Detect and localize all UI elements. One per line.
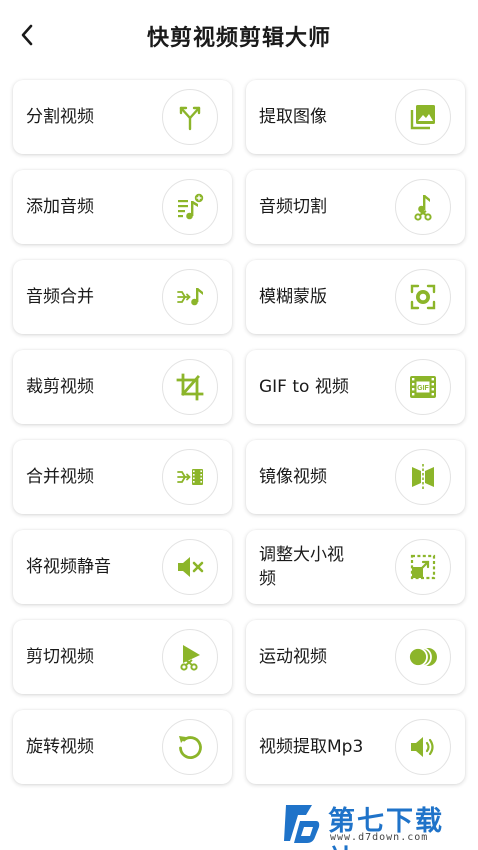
rotate-icon [162, 719, 218, 775]
tool-label: 调整大小视频 [259, 545, 344, 589]
tool-label: 镜像视频 [259, 467, 327, 487]
tool-card-merge-video[interactable]: 合并视频 [13, 440, 232, 514]
mute-icon [162, 539, 218, 595]
tool-card-rotate-video[interactable]: 旋转视频 [13, 710, 232, 784]
tool-card-cut-video[interactable]: 剪切视频 [13, 620, 232, 694]
tool-label: 裁剪视频 [26, 377, 94, 397]
tool-label: GIF to 视频 [259, 377, 349, 397]
tool-label: 旋转视频 [26, 737, 94, 757]
tool-card-split-video[interactable]: 分割视频 [13, 80, 232, 154]
tool-label: 模糊蒙版 [259, 287, 327, 307]
tool-card-resize-video[interactable]: 调整大小视频 [246, 530, 465, 604]
mirror-icon [395, 449, 451, 505]
tool-card-extract-mp3[interactable]: 视频提取Mp3 [246, 710, 465, 784]
resize-icon [395, 539, 451, 595]
tool-card-gif-to-video[interactable]: GIF to 视频 GIF [246, 350, 465, 424]
tool-label: 音频合并 [26, 287, 94, 307]
video-merge-icon [162, 449, 218, 505]
tool-label: 添加音频 [26, 197, 94, 217]
motion-icon [395, 629, 451, 685]
tool-grid: 分割视频 提取图像 添加音频 音频切割 音频合并 模糊蒙版 裁剪视频 GIF t… [13, 80, 465, 784]
tool-card-blur-mask[interactable]: 模糊蒙版 [246, 260, 465, 334]
tool-card-add-audio[interactable]: 添加音频 [13, 170, 232, 244]
tool-label: 提取图像 [259, 107, 327, 127]
watermark: 第七下载站 www.d7down.com [282, 798, 472, 850]
svg-text:GIF: GIF [417, 385, 429, 392]
watermark-url: www.d7down.com [330, 832, 429, 843]
extract-mp3-icon [395, 719, 451, 775]
blur-mask-icon [395, 269, 451, 325]
tool-card-audio-merge[interactable]: 音频合并 [13, 260, 232, 334]
site-logo-icon [284, 805, 320, 843]
tool-card-motion-video[interactable]: 运动视频 [246, 620, 465, 694]
tool-label: 剪切视频 [26, 647, 94, 667]
tool-card-audio-cut[interactable]: 音频切割 [246, 170, 465, 244]
page-title: 快剪视频剪辑大师 [146, 26, 331, 51]
image-extract-icon [395, 89, 451, 145]
tool-card-mute-video[interactable]: 将视频静音 [13, 530, 232, 604]
tool-label: 音频切割 [259, 197, 327, 217]
tool-label: 视频提取Mp3 [259, 737, 364, 757]
add-audio-icon [162, 179, 218, 235]
tool-card-extract-image[interactable]: 提取图像 [246, 80, 465, 154]
tool-label: 合并视频 [26, 467, 94, 487]
tool-card-crop-video[interactable]: 裁剪视频 [13, 350, 232, 424]
tool-label: 运动视频 [259, 647, 327, 667]
audio-merge-icon [162, 269, 218, 325]
tool-label: 将视频静音 [26, 557, 111, 577]
tool-card-mirror-video[interactable]: 镜像视频 [246, 440, 465, 514]
gif-icon: GIF [395, 359, 451, 415]
video-cut-icon [162, 629, 218, 685]
split-icon [162, 89, 218, 145]
crop-icon [162, 359, 218, 415]
header-bar: 快剪视频剪辑大师 [0, 0, 478, 72]
tool-label: 分割视频 [26, 107, 94, 127]
audio-cut-icon [395, 179, 451, 235]
